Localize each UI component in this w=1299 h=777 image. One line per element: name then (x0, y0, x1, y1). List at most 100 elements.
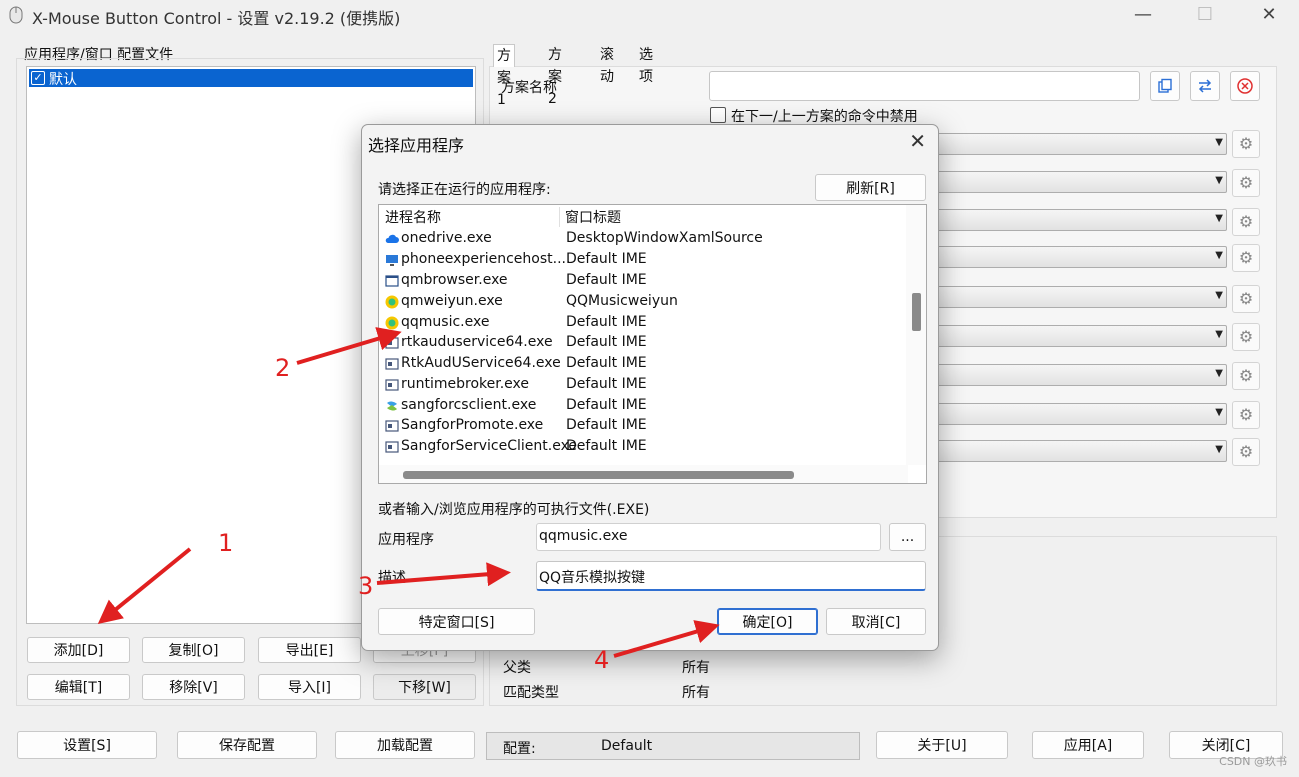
annotation-label-2: 2 (275, 354, 291, 382)
vertical-scroll-thumb[interactable] (912, 293, 921, 331)
process-row[interactable]: qqmusic.exe Default IME (383, 313, 903, 333)
add-button[interactable]: 添加[D] (27, 637, 130, 663)
process-row[interactable]: qmbrowser.exe Default IME (383, 271, 903, 291)
load-config-button[interactable]: 加载配置 (335, 731, 475, 759)
dialog-close-button[interactable]: ✕ (909, 129, 926, 153)
gear-icon[interactable]: ⚙ (1232, 208, 1260, 236)
process-row[interactable]: rtkauduservice64.exe Default IME (383, 333, 903, 353)
sangfor-icon (387, 401, 397, 411)
gear-icon[interactable]: ⚙ (1232, 169, 1260, 197)
tab-scheme-1[interactable]: 方案 1 (493, 44, 515, 108)
application-input-value: qqmusic.exe (539, 528, 628, 544)
button-action-dropdown[interactable]: ▼ (930, 133, 1227, 155)
gear-icon[interactable]: ⚙ (1232, 244, 1260, 272)
about-button[interactable]: 关于[U] (876, 731, 1008, 759)
description-input[interactable]: QQ音乐模拟按键 (536, 561, 926, 591)
window-title: X-Mouse Button Control - 设置 v2.19.2 (便携版… (32, 9, 401, 28)
column-header-process[interactable]: 进程名称 (385, 207, 441, 227)
export-button[interactable]: 导出[E] (258, 637, 361, 663)
copy-button[interactable]: 复制[O] (142, 637, 245, 663)
move-down-button[interactable]: 下移[W] (373, 674, 476, 700)
detail-value: 所有 (682, 685, 710, 701)
dialog-title: 选择应用程序 (368, 136, 465, 155)
tab-options[interactable]: 选项 (636, 44, 656, 85)
minimize-button[interactable]: — (1128, 4, 1158, 25)
button-action-dropdown[interactable]: ▼ (930, 440, 1227, 462)
detail-key: 匹配类型 (503, 685, 559, 701)
ok-button[interactable]: 确定[O] (717, 608, 818, 635)
profile-item-default[interactable]: ✓ 默认 (29, 69, 473, 88)
horizontal-scroll-thumb[interactable] (403, 471, 794, 479)
process-row[interactable]: sangforcsclient.exe Default IME (383, 396, 903, 416)
select-application-dialog: 选择应用程序 ✕ 请选择正在运行的应用程序: 刷新[R] 进程名称 窗口标题 o… (361, 124, 939, 651)
gear-icon[interactable]: ⚙ (1232, 285, 1260, 313)
browse-exe-label: 或者输入/浏览应用程序的可执行文件(.EXE) (378, 502, 650, 518)
process-window-title: QQMusicweiyun (566, 293, 678, 309)
button-action-dropdown[interactable]: ▼ (930, 209, 1227, 231)
process-name: runtimebroker.exe (401, 376, 530, 392)
tab-scheme-2[interactable]: 方案 2 (545, 44, 565, 107)
scheme-name-input[interactable] (709, 71, 1140, 101)
edit-button[interactable]: 编辑[T] (27, 674, 130, 700)
save-config-button[interactable]: 保存配置 (177, 731, 317, 759)
apply-button[interactable]: 应用[A] (1032, 731, 1144, 759)
button-action-dropdown[interactable]: ▼ (930, 403, 1227, 425)
import-button[interactable]: 导入[I] (258, 674, 361, 700)
application-label: 应用程序 (378, 532, 434, 548)
gear-icon[interactable]: ⚙ (1232, 323, 1260, 351)
column-divider (559, 207, 560, 227)
process-row[interactable]: qmweiyun.exe QQMusicweiyun (383, 292, 903, 312)
browse-button[interactable]: ... (889, 523, 926, 551)
copy-scheme-button[interactable] (1150, 71, 1180, 101)
application-input[interactable]: qqmusic.exe (536, 523, 881, 551)
remove-button[interactable]: 移除[V] (142, 674, 245, 700)
gear-icon[interactable]: ⚙ (1232, 362, 1260, 390)
button-action-dropdown[interactable]: ▼ (930, 364, 1227, 386)
clear-scheme-button[interactable] (1230, 71, 1260, 101)
mouse-app-icon (9, 6, 23, 24)
detail-key: 父类 (503, 660, 531, 676)
process-row[interactable]: onedrive.exe DesktopWindowXamlSource (383, 229, 903, 249)
settings-button[interactable]: 设置[S] (17, 731, 157, 759)
button-action-dropdown[interactable]: ▼ (930, 325, 1227, 347)
button-action-dropdown[interactable]: ▼ (930, 286, 1227, 308)
tab-scroll[interactable]: 滚动 (597, 44, 617, 85)
disable-checkbox-label: 在下一/上一方案的命令中禁用 (731, 109, 918, 125)
gear-icon[interactable]: ⚙ (1232, 130, 1260, 158)
close-window-button[interactable]: ✕ (1254, 4, 1284, 25)
dropdown-arrow-icon: ▼ (1215, 368, 1223, 379)
swap-scheme-button[interactable] (1190, 71, 1220, 101)
process-window-title: Default IME (566, 376, 647, 392)
config-label: 配置: (503, 741, 536, 757)
process-row[interactable]: SangforPromote.exe Default IME (383, 416, 903, 436)
qqmusic-icon (385, 295, 399, 309)
button-action-dropdown[interactable]: ▼ (930, 246, 1227, 268)
process-list[interactable]: 进程名称 窗口标题 onedrive.exe DesktopWindowXaml… (378, 204, 927, 484)
process-row[interactable]: RtkAudUService64.exe Default IME (383, 354, 903, 374)
gear-icon[interactable]: ⚙ (1232, 438, 1260, 466)
process-window-title: Default IME (566, 334, 647, 350)
description-label: 描述 (378, 570, 406, 586)
cancel-button[interactable]: 取消[C] (826, 608, 926, 635)
button-action-dropdown[interactable]: ▼ (930, 171, 1227, 193)
checkbox-icon[interactable]: ✓ (31, 71, 45, 85)
column-header-window-title[interactable]: 窗口标题 (565, 207, 621, 227)
horizontal-scrollbar[interactable] (379, 465, 908, 483)
vertical-scrollbar[interactable] (906, 205, 926, 465)
gear-icon[interactable]: ⚙ (1232, 401, 1260, 429)
process-window-title: Default IME (566, 417, 647, 433)
process-row[interactable]: runtimebroker.exe Default IME (383, 375, 903, 395)
cloud-icon (385, 234, 399, 243)
app-icon (385, 337, 399, 349)
refresh-button[interactable]: 刷新[R] (815, 174, 926, 201)
watermark: CSDN @玖书 (1219, 755, 1287, 768)
swap-icon (1198, 79, 1212, 93)
detail-value: 所有 (682, 660, 710, 676)
special-window-button[interactable]: 特定窗口[S] (378, 608, 535, 635)
process-row[interactable]: SangforServiceClient.exe Default IME (383, 437, 903, 457)
scheme-name-label: 方案名称 (501, 80, 557, 96)
process-row[interactable]: phoneexperiencehost.... Default IME (383, 250, 903, 270)
process-name: sangforcsclient.exe (401, 397, 537, 413)
disable-checkbox[interactable] (710, 107, 726, 123)
maximize-button[interactable]: ☐ (1190, 4, 1220, 25)
